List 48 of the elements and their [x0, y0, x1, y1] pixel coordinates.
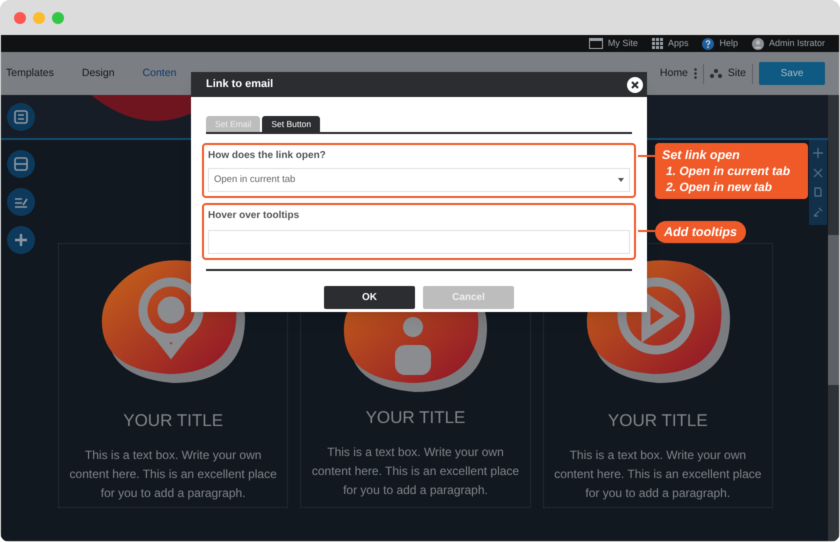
add-button[interactable] — [7, 226, 35, 254]
side-tool-button[interactable] — [7, 188, 35, 216]
field-label: Hover over tooltips — [208, 209, 300, 223]
avatar-icon — [752, 38, 764, 50]
maximize-window-button[interactable] — [52, 12, 64, 24]
dialog-tab[interactable]: Set Button — [262, 116, 320, 132]
feature-text: This is a text box. Write your own content here. This is an excellent place for you to add a paragraph. — [310, 444, 520, 498]
feature-text: This is a text box. Write your own content here. This is an excellent place for you to add a paragraph. — [68, 446, 278, 502]
top-bar-link[interactable]: My Site — [588, 36, 638, 50]
browser-window-icon — [588, 38, 603, 49]
brush-icon[interactable] — [813, 207, 823, 218]
layout-icon — [14, 110, 28, 124]
dropdown-caret-icon — [618, 178, 624, 182]
move-icon[interactable] — [813, 148, 823, 158]
side-tool-button[interactable] — [7, 150, 35, 178]
feature-title: YOUR TITLE — [366, 407, 466, 429]
feature-title: YOUR TITLE — [608, 410, 708, 432]
editor-tab[interactable]: Design — [82, 66, 115, 82]
tooltip-input-field[interactable] — [208, 230, 630, 254]
copy-icon[interactable] — [813, 187, 823, 198]
scrollbar-thumb[interactable] — [828, 235, 839, 385]
home-page-dropdown[interactable]: Home — [660, 66, 688, 82]
callout-title: Set link open — [662, 147, 741, 163]
close-window-button[interactable] — [14, 12, 26, 24]
editor-tab[interactable]: Templates — [6, 66, 54, 82]
more-options-icon[interactable] — [694, 68, 697, 79]
field-label: How does the link open? — [208, 149, 327, 163]
add-icon — [14, 233, 28, 247]
section-icon — [14, 157, 28, 171]
save-button[interactable]: Save — [759, 62, 825, 85]
close-icon[interactable] — [627, 76, 643, 92]
dialog-title: Link to email — [206, 77, 274, 92]
edit-text-icon — [14, 195, 28, 209]
help-icon — [702, 38, 714, 50]
callout-item: 1. Open in current tab — [665, 163, 792, 179]
top-bar-link[interactable]: Admin Istrator — [752, 36, 825, 50]
ok-button[interactable]: OK — [324, 286, 415, 308]
feature-text: This is a text box. Write your own content here. This is an excellent place for you to add a paragraph. — [553, 446, 762, 502]
top-bar-link[interactable]: Apps — [652, 36, 688, 50]
callout-title: Add tooltips — [664, 224, 737, 240]
grid-icon — [652, 38, 663, 49]
sitemap-icon — [710, 69, 722, 78]
callout-item: 2. Open in new tab — [664, 179, 774, 195]
feature-title: YOUR TITLE — [123, 410, 224, 432]
editor-tab[interactable]: Conten — [142, 66, 176, 82]
open-mode-select[interactable]: Open in current tab — [208, 168, 630, 192]
site-menu-button[interactable]: Site — [710, 66, 746, 82]
top-bar-link[interactable]: Help — [702, 36, 738, 50]
